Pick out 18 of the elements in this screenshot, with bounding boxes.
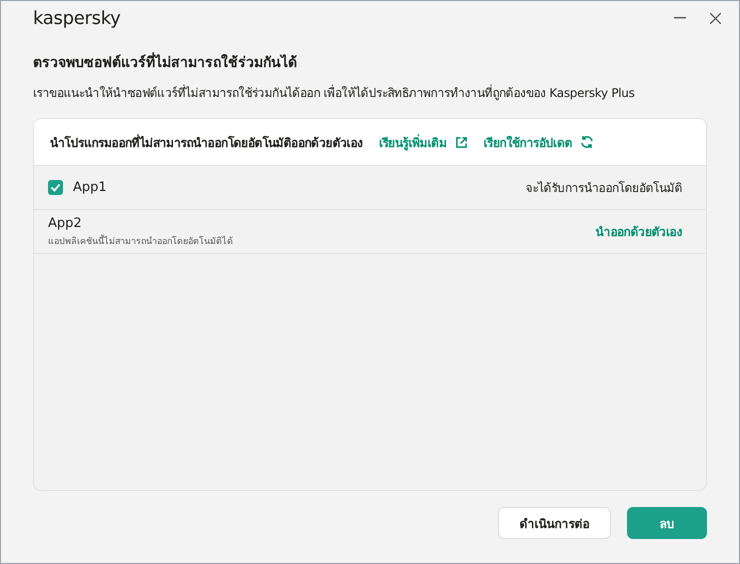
heading: ตรวจพบซอฟต์แวร์ที่ไม่สามารถใช้ร่วมกันได้ — [33, 51, 707, 73]
panel-title: นำโปรแกรมออกที่ไม่สามารถนำออกโดยอัตโนมัติออกด้วยตัวเอง — [50, 133, 363, 152]
manual-remove-link[interactable]: นำออกด้วยตัวเอง — [596, 222, 682, 241]
logo: kaspersky — [33, 8, 121, 28]
refresh-icon — [580, 135, 594, 149]
app-name: App2 — [48, 216, 83, 230]
continue-button[interactable]: ดำเนินการต่อ — [498, 507, 611, 539]
minimize-icon[interactable] — [674, 17, 686, 19]
removal-status: จะได้รับการนำออกโดยอัตโนมัติ — [526, 180, 682, 197]
delete-button[interactable]: ลบ — [627, 507, 707, 539]
app-name: App1 — [73, 180, 107, 195]
checkbox[interactable] — [48, 180, 63, 195]
app-note: แอปพลิเคชันนี้ไม่สามารถนำออกโดยอัตโนมัติได้ — [48, 234, 233, 248]
link[interactable]: เรียกใช้การอัปเดต — [484, 132, 594, 152]
external-link-icon — [454, 136, 468, 148]
link[interactable]: เรียนรู้เพิ่มเติม — [378, 132, 468, 152]
description: เราขอแนะนำให้นำซอฟต์แวร์ที่ไม่สามารถใช้ร่วมกันได้ออก เพื่อให้ได้ประสิทธิภาพการทำงานที่ถูกต้องของ Kaspersky Plus — [33, 84, 636, 102]
close-icon[interactable] — [710, 12, 721, 24]
